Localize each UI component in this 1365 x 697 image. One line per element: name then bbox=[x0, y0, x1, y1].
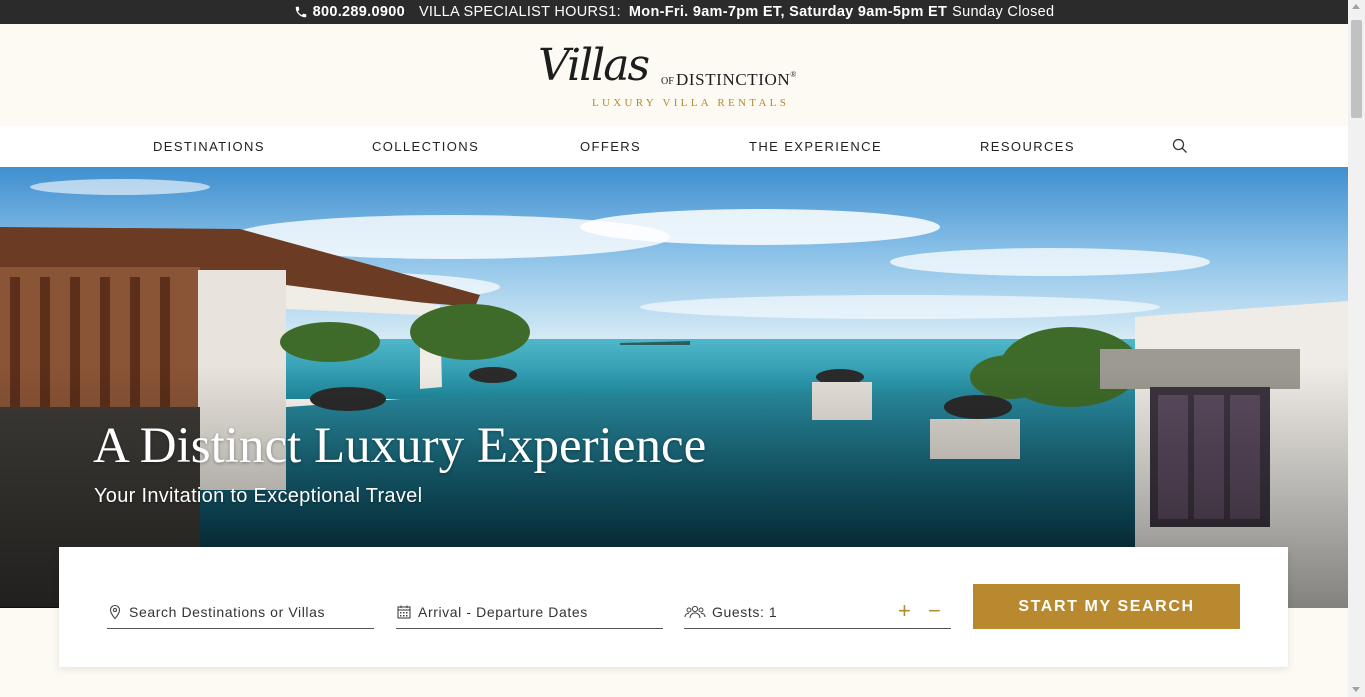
destination-placeholder: Search Destinations or Villas bbox=[129, 603, 326, 620]
hero-subtitle: Your Invitation to Exceptional Travel bbox=[94, 485, 423, 507]
guests-field[interactable]: Guests: 1 + − bbox=[684, 595, 951, 629]
users-icon bbox=[684, 604, 706, 620]
guests-decrement-button[interactable]: − bbox=[928, 600, 941, 622]
logo-of: OF bbox=[661, 76, 674, 87]
nav-the-experience[interactable]: THE EXPERIENCE bbox=[749, 139, 882, 154]
logo-distinction: DISTINCTION® bbox=[676, 70, 797, 89]
hours-weekday: Mon-Fri. 9am-7pm ET, Saturday 9am-5pm ET bbox=[628, 4, 948, 20]
hours-sunday: Sunday Closed bbox=[952, 4, 1055, 20]
site-logo[interactable]: Villas OF DISTINCTION® LUXURY VILLA RENT… bbox=[538, 40, 813, 112]
dates-placeholder: Arrival - Departure Dates bbox=[418, 603, 588, 620]
guests-label: Guests: 1 bbox=[712, 603, 778, 620]
phone-number[interactable]: 800.289.0900 bbox=[313, 4, 405, 20]
site-header: Villas OF DISTINCTION® LUXURY VILLA RENT… bbox=[0, 24, 1348, 126]
start-search-button[interactable]: START MY SEARCH bbox=[973, 584, 1240, 629]
search-card: Search Destinations or Villas Arrival - … bbox=[59, 547, 1288, 667]
scrollbar-thumb[interactable] bbox=[1351, 20, 1362, 118]
nav-collections[interactable]: COLLECTIONS bbox=[372, 139, 479, 154]
nav-resources[interactable]: RESOURCES bbox=[980, 139, 1075, 154]
guests-increment-button[interactable]: + bbox=[898, 600, 911, 622]
hours-label: VILLA SPECIALIST HOURS1: bbox=[418, 4, 621, 20]
contact-bar: 800.289.0900 VILLA SPECIALIST HOURS1: Mo… bbox=[0, 0, 1348, 24]
nav-destinations[interactable]: DESTINATIONS bbox=[153, 139, 265, 154]
map-pin-icon bbox=[107, 604, 123, 620]
destination-field[interactable]: Search Destinations or Villas bbox=[107, 595, 374, 629]
dates-field[interactable]: Arrival - Departure Dates bbox=[396, 595, 663, 629]
search-icon[interactable] bbox=[1172, 138, 1188, 154]
logo-tagline: LUXURY VILLA RENTALS bbox=[592, 97, 790, 109]
hero-title: A Distinct Luxury Experience bbox=[93, 418, 707, 474]
scroll-up-arrow[interactable] bbox=[1352, 4, 1360, 9]
calendar-icon bbox=[396, 604, 412, 620]
hero-image bbox=[0, 167, 1348, 608]
main-nav: DESTINATIONS COLLECTIONS OFFERS THE EXPE… bbox=[0, 126, 1348, 167]
phone-icon bbox=[294, 5, 308, 19]
hero-banner: A Distinct Luxury Experience Your Invita… bbox=[0, 167, 1348, 608]
scroll-down-arrow[interactable] bbox=[1352, 687, 1360, 692]
nav-offers[interactable]: OFFERS bbox=[580, 139, 641, 154]
logo-script: Villas bbox=[538, 40, 650, 91]
